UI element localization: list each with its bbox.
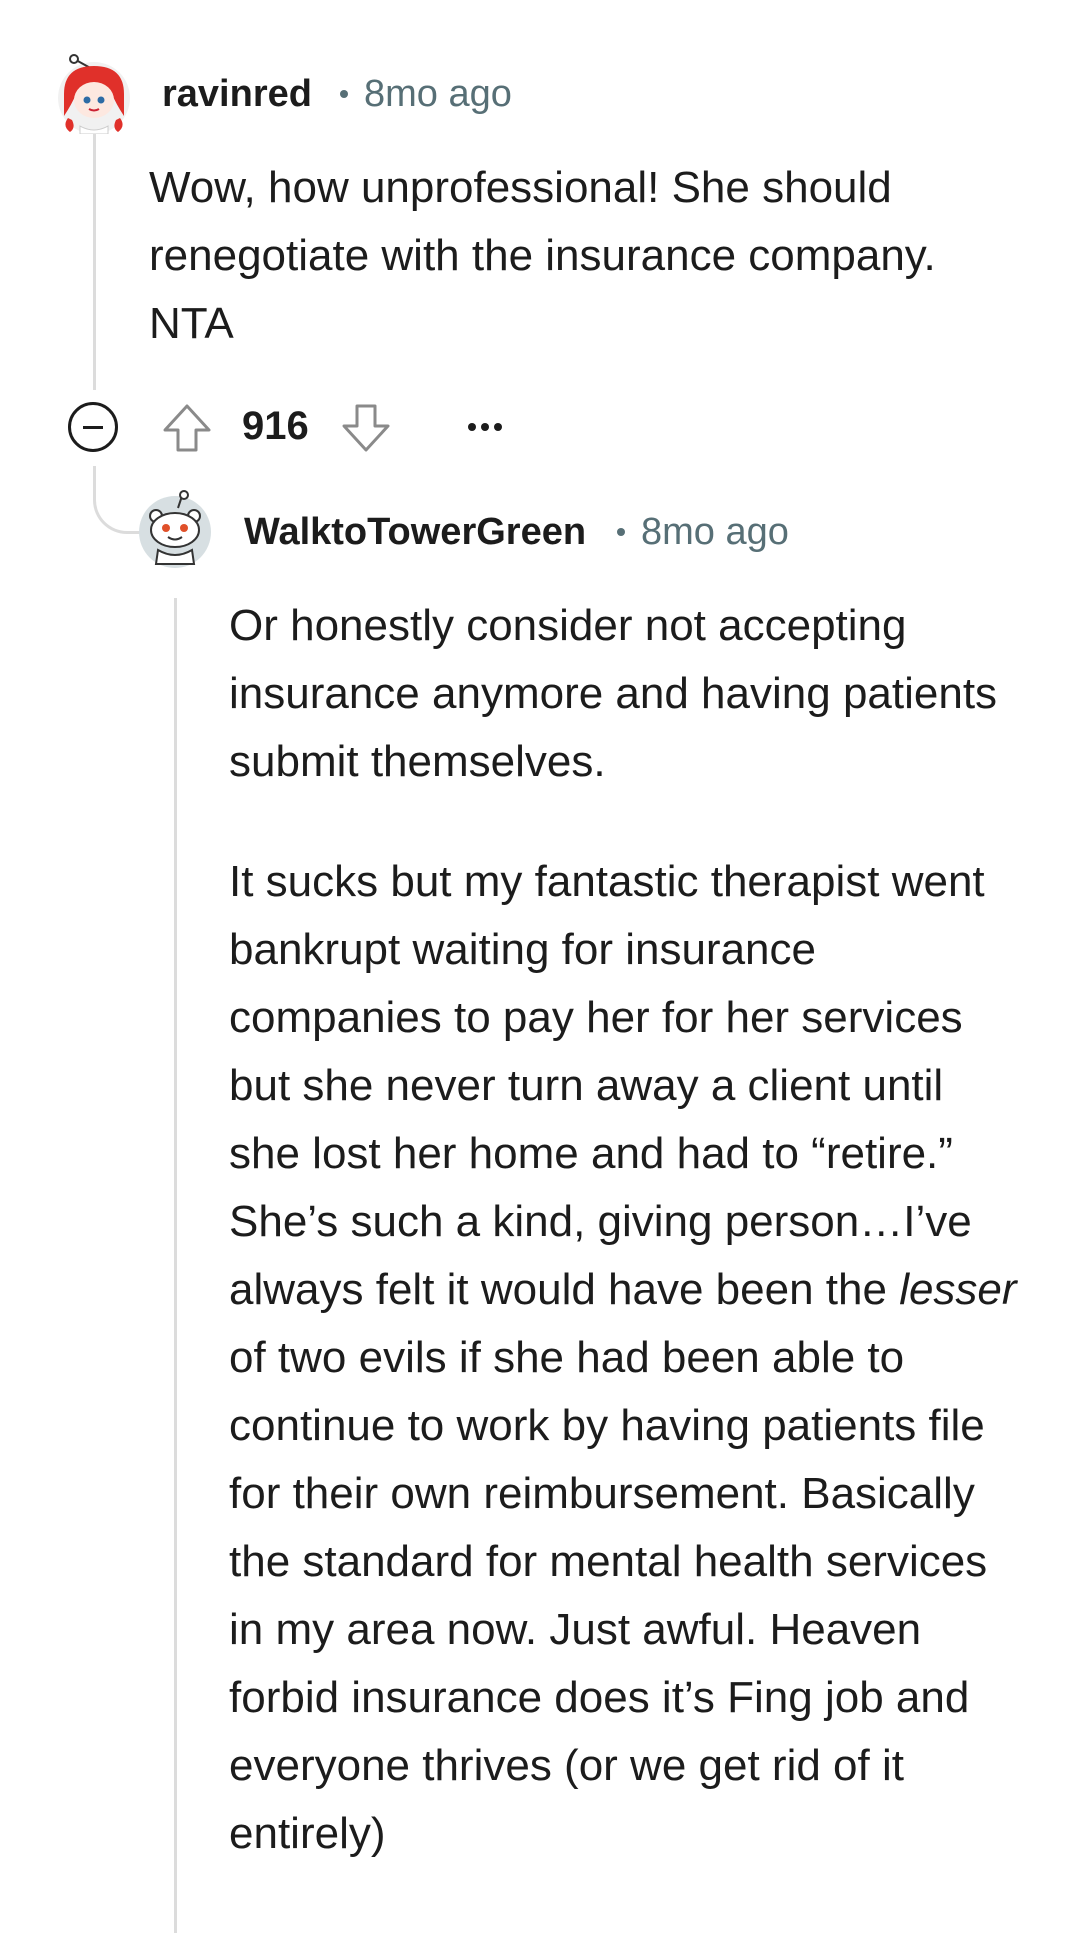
comment-paragraph: Or honestly consider not accepting insur… [229, 601, 998, 786]
snoo-red-hair-avatar-icon [58, 54, 130, 135]
upvote-arrow-icon[interactable] [161, 402, 213, 454]
comment-author[interactable]: WalktoTowerGreen [244, 511, 586, 554]
paragraph-text: of two evils if she had been able to con… [229, 1333, 988, 1858]
vote-score: 916 [242, 404, 309, 448]
comment-paragraph: Wow, how unprofessional! She should rene… [149, 163, 936, 348]
thread-line-reply [174, 598, 177, 1933]
comment-paragraph: It sucks but my fantastic therapist went… [229, 848, 1025, 1868]
thread-line-main [93, 122, 96, 390]
downvote-arrow-icon[interactable] [340, 402, 392, 454]
meta-separator-dot [340, 90, 348, 98]
thread-connector-curve [93, 466, 141, 534]
more-options-button[interactable] [468, 420, 508, 432]
comment-body: Wow, how unprofessional! She should rene… [149, 154, 1019, 358]
snoo-default-avatar-icon [139, 490, 211, 568]
comment-author[interactable]: ravinred [162, 73, 312, 116]
comment-body: Or honestly consider not accepting insur… [229, 592, 1025, 1868]
meta-separator-dot [617, 528, 625, 536]
emphasis-text: lesser [899, 1265, 1017, 1314]
collapse-thread-button[interactable] [68, 402, 118, 452]
ellipsis-icon [468, 423, 476, 431]
avatar[interactable] [136, 490, 214, 568]
avatar[interactable] [54, 54, 134, 135]
comment-timestamp: 8mo ago [641, 511, 789, 553]
comment-timestamp: 8mo ago [364, 73, 512, 115]
paragraph-text: It sucks but my fantastic therapist went… [229, 857, 985, 1314]
